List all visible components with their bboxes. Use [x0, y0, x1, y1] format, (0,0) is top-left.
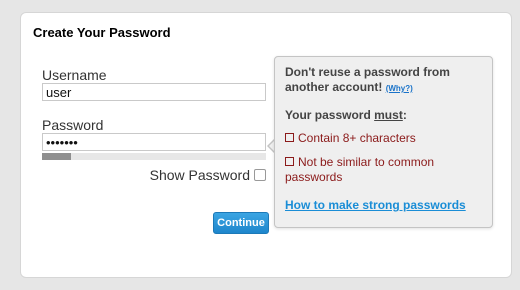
- rule-item: Contain 8+ characters: [285, 131, 482, 146]
- rule-text: Not be similar to common passwords: [285, 155, 435, 184]
- reuse-warning-text: Don't reuse a password from another acco…: [285, 65, 450, 94]
- unchecked-box-icon: [285, 157, 294, 166]
- password-requirements-tooltip: Don't reuse a password from another acco…: [274, 56, 493, 228]
- requirements-suffix: :: [402, 108, 407, 122]
- continue-button[interactable]: Continue: [213, 212, 269, 234]
- rule-item: Not be similar to common passwords: [285, 155, 482, 185]
- password-input[interactable]: [42, 133, 266, 151]
- rule-text: Contain 8+ characters: [298, 131, 416, 145]
- reuse-warning: Don't reuse a password from another acco…: [285, 65, 482, 96]
- username-label: Username: [42, 67, 107, 83]
- password-label: Password: [42, 117, 104, 133]
- show-password-checkbox[interactable]: [254, 169, 266, 181]
- requirements-heading: Your password must:: [285, 108, 482, 122]
- password-strength-fill: [42, 153, 72, 160]
- username-input[interactable]: [42, 83, 266, 101]
- page-title: Create Your Password: [33, 25, 171, 40]
- unchecked-box-icon: [285, 133, 294, 142]
- why-link[interactable]: (Why?): [386, 84, 413, 93]
- password-strength-meter: [42, 153, 266, 160]
- password-card: Create Your Password Username Password S…: [20, 12, 512, 278]
- requirements-prefix: Your password: [285, 108, 375, 122]
- show-password-label: Show Password: [149, 167, 250, 183]
- requirements-must: must: [374, 108, 403, 122]
- strong-passwords-link[interactable]: How to make strong passwords: [285, 198, 482, 212]
- show-password-toggle[interactable]: Show Password: [150, 167, 266, 183]
